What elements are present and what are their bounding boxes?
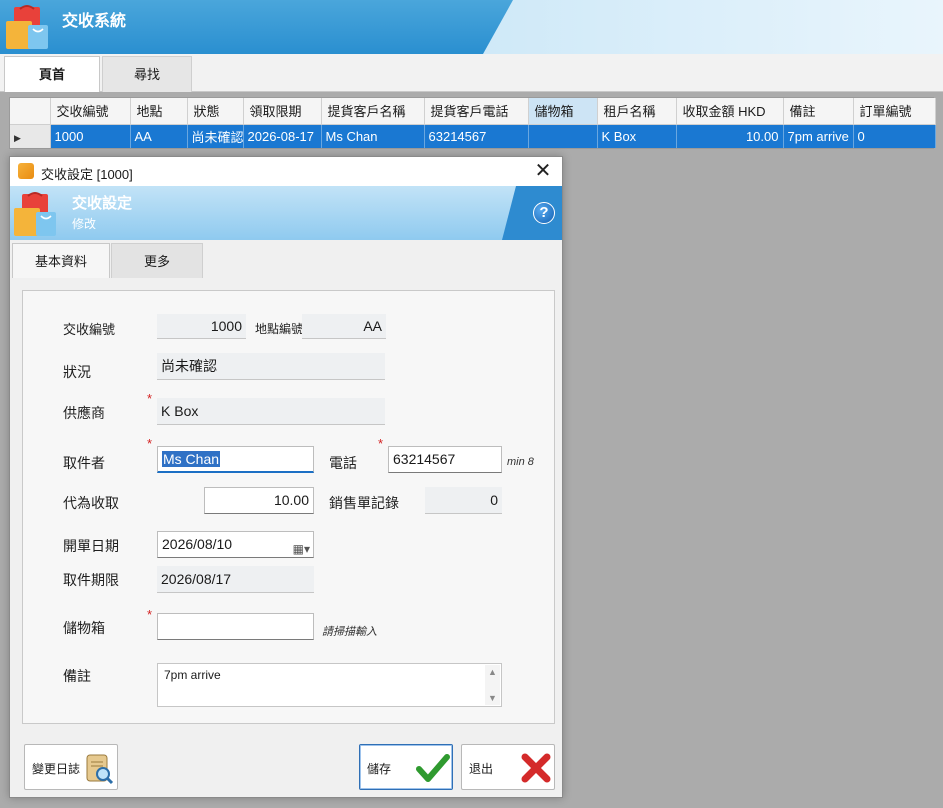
table-cell[interactable]: 1000 xyxy=(50,124,131,148)
dialog-title: 交收設定 xyxy=(72,195,133,212)
exit-button[interactable]: 退出 xyxy=(461,744,555,790)
table-cell[interactable]: K Box xyxy=(597,124,677,148)
remark-value: 7pm arrive xyxy=(164,668,221,682)
changelog-button-label: 變更日誌 xyxy=(32,762,81,776)
delivery-no-label: 交收編號 xyxy=(63,322,116,337)
form-panel: 交收編號 1000 地點編號 AA 狀況 尚未確認 * 供應商 K Box * … xyxy=(22,290,555,724)
open-date-label: 開單日期 xyxy=(63,538,119,554)
app-title: 交收系統 xyxy=(62,13,127,30)
column-header[interactable]: 狀態 xyxy=(187,98,244,125)
locker-hint: 請掃描輸入 xyxy=(322,626,377,638)
close-x-icon xyxy=(521,753,551,783)
scroll-down-icon[interactable]: ▼ xyxy=(488,693,497,703)
recipient-label: 取件者 xyxy=(63,455,105,471)
calendar-dropdown-icon[interactable]: ▦▾ xyxy=(293,537,310,557)
sales-record-field: 0 xyxy=(425,487,502,514)
required-marker: * xyxy=(147,391,153,406)
status-label: 狀況 xyxy=(63,364,91,380)
column-header[interactable]: 訂單編號 xyxy=(853,98,936,125)
location-no-field: AA xyxy=(302,314,386,339)
delivery-no-field: 1000 xyxy=(157,314,246,339)
locker-label: 儲物箱 xyxy=(63,620,105,636)
table-cell[interactable]: AA xyxy=(130,124,188,148)
collect-label: 代為收取 xyxy=(63,495,119,511)
scroll-search-icon xyxy=(86,754,114,785)
supplier-field: K Box xyxy=(157,398,385,425)
save-button[interactable]: 儲存 xyxy=(359,744,453,790)
save-button-label: 儲存 xyxy=(367,762,392,776)
shopping-bags-logo-icon xyxy=(6,5,48,49)
tab-basic-info[interactable]: 基本資料 xyxy=(12,243,110,278)
checkmark-icon xyxy=(416,754,450,782)
locker-input[interactable] xyxy=(157,613,314,640)
delivery-grid: 交收編號 地點 狀態 領取限期 提貨客戶名稱 提貨客戶電話 儲物箱 租戶名稱 收… xyxy=(9,97,936,149)
tab-more[interactable]: 更多 xyxy=(111,243,203,278)
remark-textarea[interactable]: 7pm arrive ▲ ▼ xyxy=(157,663,502,707)
grid-header-row: 交收編號 地點 狀態 領取限期 提貨客戶名稱 提貨客戶電話 儲物箱 租戶名稱 收… xyxy=(10,98,936,125)
phone-hint: min 8 xyxy=(507,456,534,468)
table-cell[interactable]: 2026-08-17 xyxy=(243,124,322,148)
open-date-picker[interactable]: 2026/08/10 ▦▾ xyxy=(157,531,314,558)
table-cell[interactable]: 尚未確認 xyxy=(187,124,244,148)
tab-search[interactable]: 尋找 xyxy=(102,56,192,92)
app-header: 交收系統 xyxy=(0,0,943,54)
table-cell[interactable]: 7pm arrive xyxy=(783,124,854,148)
delivery-settings-dialog: 交收設定 [1000] ✕ 交收設定 修改 ? 基本資料 更多 交收編號 100… xyxy=(9,156,563,798)
dialog-titlebar[interactable]: 交收設定 [1000] ✕ xyxy=(10,157,562,186)
column-header[interactable]: 備註 xyxy=(783,98,854,125)
column-header[interactable]: 收取金額 HKD xyxy=(676,98,784,125)
help-icon[interactable]: ? xyxy=(533,202,555,224)
required-marker: * xyxy=(378,436,384,451)
phone-label: 電話 xyxy=(329,455,357,471)
required-marker: * xyxy=(147,607,153,622)
changelog-button[interactable]: 變更日誌 xyxy=(24,744,118,790)
required-marker: * xyxy=(147,436,153,451)
remark-label: 備註 xyxy=(63,668,91,684)
status-field: 尚未確認 xyxy=(157,353,385,380)
table-cell[interactable]: 63214567 xyxy=(424,124,529,148)
dialog-window-title: 交收設定 [1000] xyxy=(41,167,133,182)
shopping-bags-logo-icon xyxy=(14,192,56,236)
deadline-label: 取件期限 xyxy=(63,572,119,588)
table-cell[interactable]: 10.00 xyxy=(676,124,784,148)
column-header[interactable]: 交收編號 xyxy=(50,98,131,125)
main-tab-bar: 頁首 尋找 xyxy=(0,54,943,92)
remark-scrollbar[interactable]: ▲ ▼ xyxy=(485,665,500,705)
row-pointer-icon: ▶ xyxy=(14,132,21,143)
dialog-subtitle: 修改 xyxy=(72,217,97,231)
table-cell[interactable]: Ms Chan xyxy=(321,124,425,148)
sales-record-label: 銷售單記錄 xyxy=(329,495,399,511)
column-header[interactable]: 地點 xyxy=(130,98,188,125)
exit-button-label: 退出 xyxy=(469,762,494,776)
scroll-up-icon[interactable]: ▲ xyxy=(488,667,497,677)
table-cell[interactable] xyxy=(528,124,598,148)
app-window-icon xyxy=(18,163,34,179)
column-header[interactable]: 儲物箱 xyxy=(528,98,598,125)
column-header[interactable]: 提貨客戶電話 xyxy=(424,98,529,125)
open-date-value: 2026/08/10 xyxy=(162,536,233,552)
column-header[interactable]: 提貨客戶名稱 xyxy=(321,98,425,125)
row-selector[interactable]: ▶ xyxy=(10,124,51,148)
tab-home[interactable]: 頁首 xyxy=(4,56,100,92)
grid-corner xyxy=(10,98,51,125)
recipient-input[interactable]: Ms Chan xyxy=(157,446,314,473)
supplier-label: 供應商 xyxy=(63,405,105,421)
location-no-label: 地點編號 xyxy=(255,322,304,336)
dialog-banner: 交收設定 修改 ? xyxy=(10,186,562,240)
deadline-field: 2026/08/17 xyxy=(157,566,314,593)
collect-amount-input[interactable]: 10.00 xyxy=(204,487,314,514)
recipient-value: Ms Chan xyxy=(162,451,221,467)
table-row[interactable]: ▶ 1000 AA 尚未確認 2026-08-17 Ms Chan 632145… xyxy=(10,124,936,148)
column-header[interactable]: 租戶名稱 xyxy=(597,98,677,125)
close-icon[interactable]: ✕ xyxy=(530,158,556,184)
table-cell[interactable]: 0 xyxy=(853,124,936,148)
phone-input[interactable]: 63214567 xyxy=(388,446,502,473)
dialog-tab-bar: 基本資料 更多 xyxy=(10,241,562,278)
column-header[interactable]: 領取限期 xyxy=(243,98,322,125)
header-decoration xyxy=(483,0,943,54)
